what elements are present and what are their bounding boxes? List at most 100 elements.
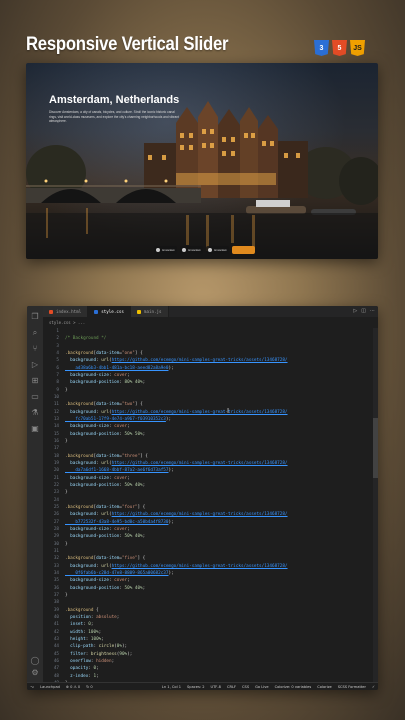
line-number: 10 [53, 395, 59, 401]
code-line[interactable]: 14 background-size: cover; [43, 423, 372, 430]
code-line[interactable]: 47 opacity: 0; [43, 665, 372, 672]
code-line[interactable]: 16} [43, 438, 372, 445]
code-line[interactable]: 4 .background[data-item = "one"] { [43, 350, 372, 357]
code-line[interactable]: 32 .background[data-item = "five"] { [43, 555, 372, 562]
code-line[interactable]: 42 width: 100%; [43, 628, 372, 635]
settings-gear-icon[interactable]: ⚙ [30, 668, 40, 678]
code-line[interactable]: 36 background-position: 50% 40%; [43, 584, 372, 591]
code-token: } [65, 541, 68, 547]
code-line[interactable]: 3 [43, 343, 372, 350]
code-line[interactable]: 17 [43, 445, 372, 452]
status-item[interactable]: Ln 1, Col 1 [162, 685, 181, 689]
code-line[interactable]: 41 inset: 0; [43, 621, 372, 628]
code-line[interactable]: 21 background-size: cover; [43, 475, 372, 482]
code-line[interactable]: 28 background-size: cover; [43, 526, 372, 533]
thumbnail-label: Amsterdam [162, 248, 175, 252]
code-token: "three" [121, 453, 141, 459]
split-editor-icon[interactable]: ◫ [361, 308, 366, 314]
account-icon[interactable]: ◯ [30, 656, 40, 666]
code-line[interactable]: 13 fc70ab51-17f9-4e74-a967-f03910352c3); [43, 416, 372, 423]
code-line[interactable]: 35 background-size: cover; [43, 577, 372, 584]
code-line[interactable]: 23} [43, 489, 372, 496]
code-line[interactable]: 22 background-position: 50% 40%; [43, 482, 372, 489]
code-line[interactable]: 34 0f6fab6b-c28d-47e8-8809-865a00682c37)… [43, 570, 372, 577]
extensions-icon[interactable]: ⊞ [30, 376, 40, 386]
code-line[interactable]: 5 background: url(https://github.com/ece… [43, 357, 372, 364]
scrollbar-thumb[interactable] [373, 418, 378, 478]
status-item[interactable]: ⌥ [30, 685, 34, 689]
code-token: hidden [96, 658, 112, 664]
code-line[interactable]: 6 ad38a6b3-4bb1-481a-bc18-aeed82a8a9e0); [43, 365, 372, 372]
status-item[interactable]: CSS [242, 685, 249, 689]
slider-preview[interactable]: Amsterdam, Netherlands Discover Amsterda… [26, 63, 378, 259]
line-number: 32 [53, 556, 59, 562]
code-token: filter [65, 651, 86, 657]
code-line[interactable]: 38 [43, 599, 372, 606]
run-debug-icon[interactable]: ▷ [30, 360, 40, 370]
code-line[interactable]: 2 /* Background */ [43, 335, 372, 342]
code-line[interactable]: 31 [43, 548, 372, 555]
status-item[interactable]: Colorize [317, 685, 331, 689]
code-editor[interactable]: ❐ ⌕ ⑂ ▷ ⊞ ▭ ⚗ ▣ ◯ ⚙ index.html style.css… [27, 306, 378, 690]
code-line[interactable]: 7 background-size: cover; [43, 372, 372, 379]
code-area[interactable]: 1 2/* Background */3 4 .background[data-ite… [43, 328, 372, 690]
tab-main-js[interactable]: main.js [130, 306, 169, 317]
status-item[interactable]: Spaces: 2 [187, 685, 204, 689]
code-line[interactable]: 30} [43, 541, 372, 548]
explorer-icon[interactable]: ❐ [30, 312, 40, 322]
code-line[interactable]: 33 background: url(https://github.com/ec… [43, 563, 372, 570]
code-line[interactable]: 15 background-position: 50% 50%; [43, 431, 372, 438]
code-line[interactable]: 19 background: url(https://github.com/ec… [43, 460, 372, 467]
status-item[interactable]: ✓ [372, 685, 375, 689]
thumbnail-button[interactable]: Amsterdam [180, 246, 203, 254]
code-line[interactable]: 37} [43, 592, 372, 599]
code-line[interactable]: 44 clip-path: circle(0%); [43, 643, 372, 650]
status-item[interactable]: SCSS Formatter [338, 685, 366, 689]
code-line[interactable]: 43 height: 100%; [43, 636, 372, 643]
status-item[interactable]: Launchpad [40, 685, 60, 689]
code-line[interactable]: 9} [43, 387, 372, 394]
code-token: ); [121, 644, 128, 650]
breadcrumb[interactable]: style.css > ... [49, 320, 85, 325]
code-line[interactable]: 26 background: url(https://github.com/ec… [43, 511, 372, 518]
line-number: 27 [53, 519, 59, 525]
thumbnail-button[interactable]: Amsterdam [154, 246, 177, 254]
code-line[interactable]: 10 [43, 394, 372, 401]
code-line[interactable]: 18 .background[data-item = "three"] { [43, 453, 372, 460]
code-line[interactable]: 11 .background[data-item = "two"] { [43, 401, 372, 408]
search-icon[interactable]: ⌕ [30, 328, 40, 338]
code-line[interactable]: 45 filter: brightness(90%); [43, 650, 372, 657]
code-line[interactable]: 1 [43, 328, 372, 335]
source-control-icon[interactable]: ⑂ [30, 344, 40, 354]
code-line[interactable]: 27 b772532f-43a8-4e95-bd0c-a50b4a4f8730)… [43, 519, 372, 526]
code-line[interactable]: 8 background-position: 80% 40%; [43, 379, 372, 386]
code-token: circle [98, 644, 115, 650]
tab-style-css[interactable]: style.css [88, 306, 131, 317]
more-actions-icon[interactable]: ⋯ [370, 308, 375, 314]
status-item[interactable]: Go Live [255, 685, 268, 689]
line-number: 44 [53, 644, 59, 650]
code-line[interactable]: 40 position: absolute; [43, 614, 372, 621]
status-item[interactable]: ⊗ 0 ⚠ 0 [66, 685, 80, 689]
code-line[interactable]: 25 .background[data-item = "four"] { [43, 504, 372, 511]
status-item[interactable]: UTF-8 [210, 685, 220, 689]
vertical-scrollbar[interactable] [373, 328, 378, 682]
thumbnail-button[interactable]: Amsterdam [206, 246, 229, 254]
line-number: 37 [53, 592, 59, 598]
status-item[interactable]: Colorize: 0 variables [275, 685, 312, 689]
run-icon[interactable]: ▷ [353, 308, 357, 314]
code-line[interactable]: 48 z-index: 1; [43, 672, 372, 679]
testing-icon[interactable]: ⚗ [30, 408, 40, 418]
code-line[interactable]: 24 [43, 497, 372, 504]
docker-icon[interactable]: ▣ [30, 424, 40, 434]
code-line[interactable]: 29 background-position: 50% 40%; [43, 533, 372, 540]
code-line[interactable]: 39 .background { [43, 606, 372, 613]
status-item[interactable]: CRLF [227, 685, 236, 689]
status-item[interactable]: ↻ 0 [86, 685, 92, 689]
code-line[interactable]: 12 background: url(https://github.com/ec… [43, 409, 372, 416]
code-line[interactable]: 46 overflow: hidden; [43, 658, 372, 665]
remote-explorer-icon[interactable]: ▭ [30, 392, 40, 402]
code-line[interactable]: 20 da7a6df1-1668-4bbf-87a2-ae6f6d73af57)… [43, 467, 372, 474]
tab-index-html[interactable]: index.html [43, 306, 89, 317]
thumbnail-button-active[interactable] [232, 246, 255, 254]
